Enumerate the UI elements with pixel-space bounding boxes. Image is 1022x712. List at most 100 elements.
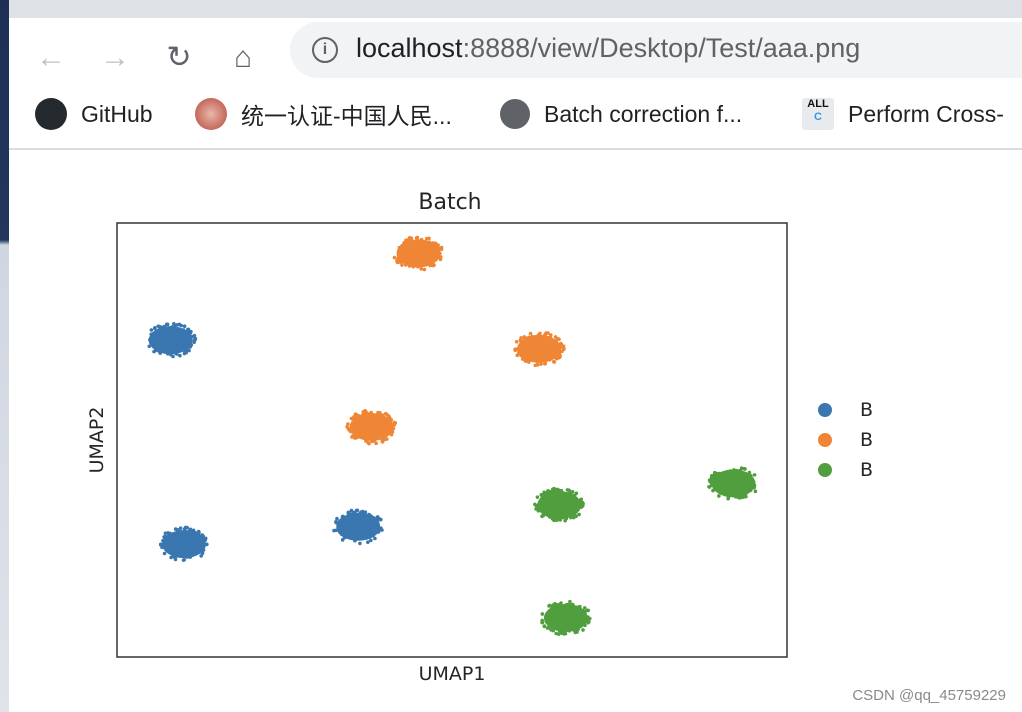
- point: [389, 418, 394, 422]
- point: [559, 601, 563, 605]
- point: [561, 344, 566, 348]
- bookmark-batch-correction[interactable]: Batch correction f...: [500, 96, 742, 132]
- point: [551, 603, 556, 607]
- point: [363, 527, 368, 532]
- point: [577, 504, 581, 508]
- point: [422, 267, 427, 272]
- point: [547, 506, 551, 510]
- point: [367, 512, 371, 517]
- browser-toolbar: ← → ↻ ⌂ i localhost:8888/view/Desktop/Te…: [9, 18, 1022, 150]
- point: [193, 548, 197, 552]
- bookmark-perform-cross[interactable]: ALL C Perform Cross-: [802, 96, 1004, 132]
- point: [163, 544, 168, 549]
- point: [545, 626, 550, 630]
- point: [710, 479, 715, 484]
- reload-button[interactable]: ↻: [161, 40, 197, 76]
- point: [545, 620, 550, 625]
- point: [363, 428, 367, 433]
- back-button[interactable]: ←: [33, 40, 69, 76]
- point: [533, 363, 538, 368]
- point: [549, 354, 554, 359]
- point: [739, 466, 744, 470]
- point: [514, 339, 519, 344]
- point: [387, 425, 391, 429]
- point: [177, 322, 182, 327]
- url-text[interactable]: localhost:8888/view/Desktop/Test/aaa.png: [356, 33, 860, 64]
- point: [363, 409, 368, 414]
- home-button[interactable]: ⌂: [225, 40, 261, 76]
- point: [172, 533, 176, 538]
- point: [203, 536, 208, 541]
- point: [352, 520, 356, 524]
- point: [172, 342, 176, 347]
- point: [744, 494, 748, 499]
- forward-button[interactable]: →: [97, 40, 133, 76]
- watermark: CSDN @qq_45759229: [852, 687, 1006, 704]
- point: [567, 626, 571, 631]
- point: [540, 620, 545, 625]
- point: [182, 330, 187, 334]
- point: [528, 352, 533, 356]
- point: [158, 543, 163, 547]
- legend-label: B: [860, 459, 873, 481]
- point: [414, 263, 419, 268]
- point: [732, 468, 736, 472]
- point: [167, 543, 171, 548]
- point: [717, 494, 721, 498]
- point: [549, 511, 554, 516]
- info-icon[interactable]: i: [312, 37, 338, 63]
- point: [346, 511, 351, 515]
- point: [359, 432, 363, 437]
- point: [372, 433, 377, 438]
- point: [518, 338, 523, 343]
- point: [182, 348, 187, 353]
- point: [369, 410, 373, 415]
- point: [429, 251, 433, 255]
- bookmark-label: GitHub: [81, 100, 153, 127]
- point: [173, 347, 177, 351]
- point: [200, 551, 205, 556]
- point: [539, 508, 544, 513]
- point: [735, 482, 739, 487]
- point: [344, 527, 348, 532]
- point: [370, 516, 375, 521]
- point: [391, 426, 396, 431]
- point: [173, 539, 177, 544]
- point: [578, 604, 582, 609]
- bookmark-github[interactable]: GitHub: [35, 96, 153, 132]
- point: [182, 324, 187, 329]
- point: [358, 418, 363, 423]
- point: [524, 337, 528, 341]
- plot-frame: [116, 222, 788, 658]
- point: [396, 260, 400, 265]
- point: [185, 545, 190, 550]
- cluster-series-1: [345, 408, 398, 446]
- tab-strip: [9, 0, 1022, 18]
- allc-icon: ALL C: [802, 98, 834, 130]
- point: [726, 479, 731, 484]
- point: [172, 554, 176, 558]
- point: [579, 497, 584, 502]
- point: [172, 323, 177, 328]
- point: [734, 471, 738, 476]
- point: [544, 342, 548, 347]
- point: [553, 335, 558, 339]
- point: [547, 358, 552, 362]
- y-axis-label: UMAP2: [86, 407, 108, 474]
- point: [549, 628, 553, 632]
- address-bar[interactable]: i localhost:8888/view/Desktop/Test/aaa.p…: [290, 22, 1022, 78]
- point: [173, 351, 178, 355]
- point: [179, 341, 184, 346]
- point: [379, 429, 384, 433]
- point: [715, 486, 720, 491]
- point: [160, 338, 164, 342]
- point: [165, 322, 170, 327]
- point: [724, 489, 728, 493]
- point: [524, 353, 529, 358]
- point: [183, 535, 188, 539]
- point: [419, 239, 423, 244]
- point: [427, 236, 431, 241]
- point: [147, 344, 152, 349]
- bookmark-auth[interactable]: 统一认证-中国人民...: [195, 96, 452, 132]
- point: [368, 529, 373, 534]
